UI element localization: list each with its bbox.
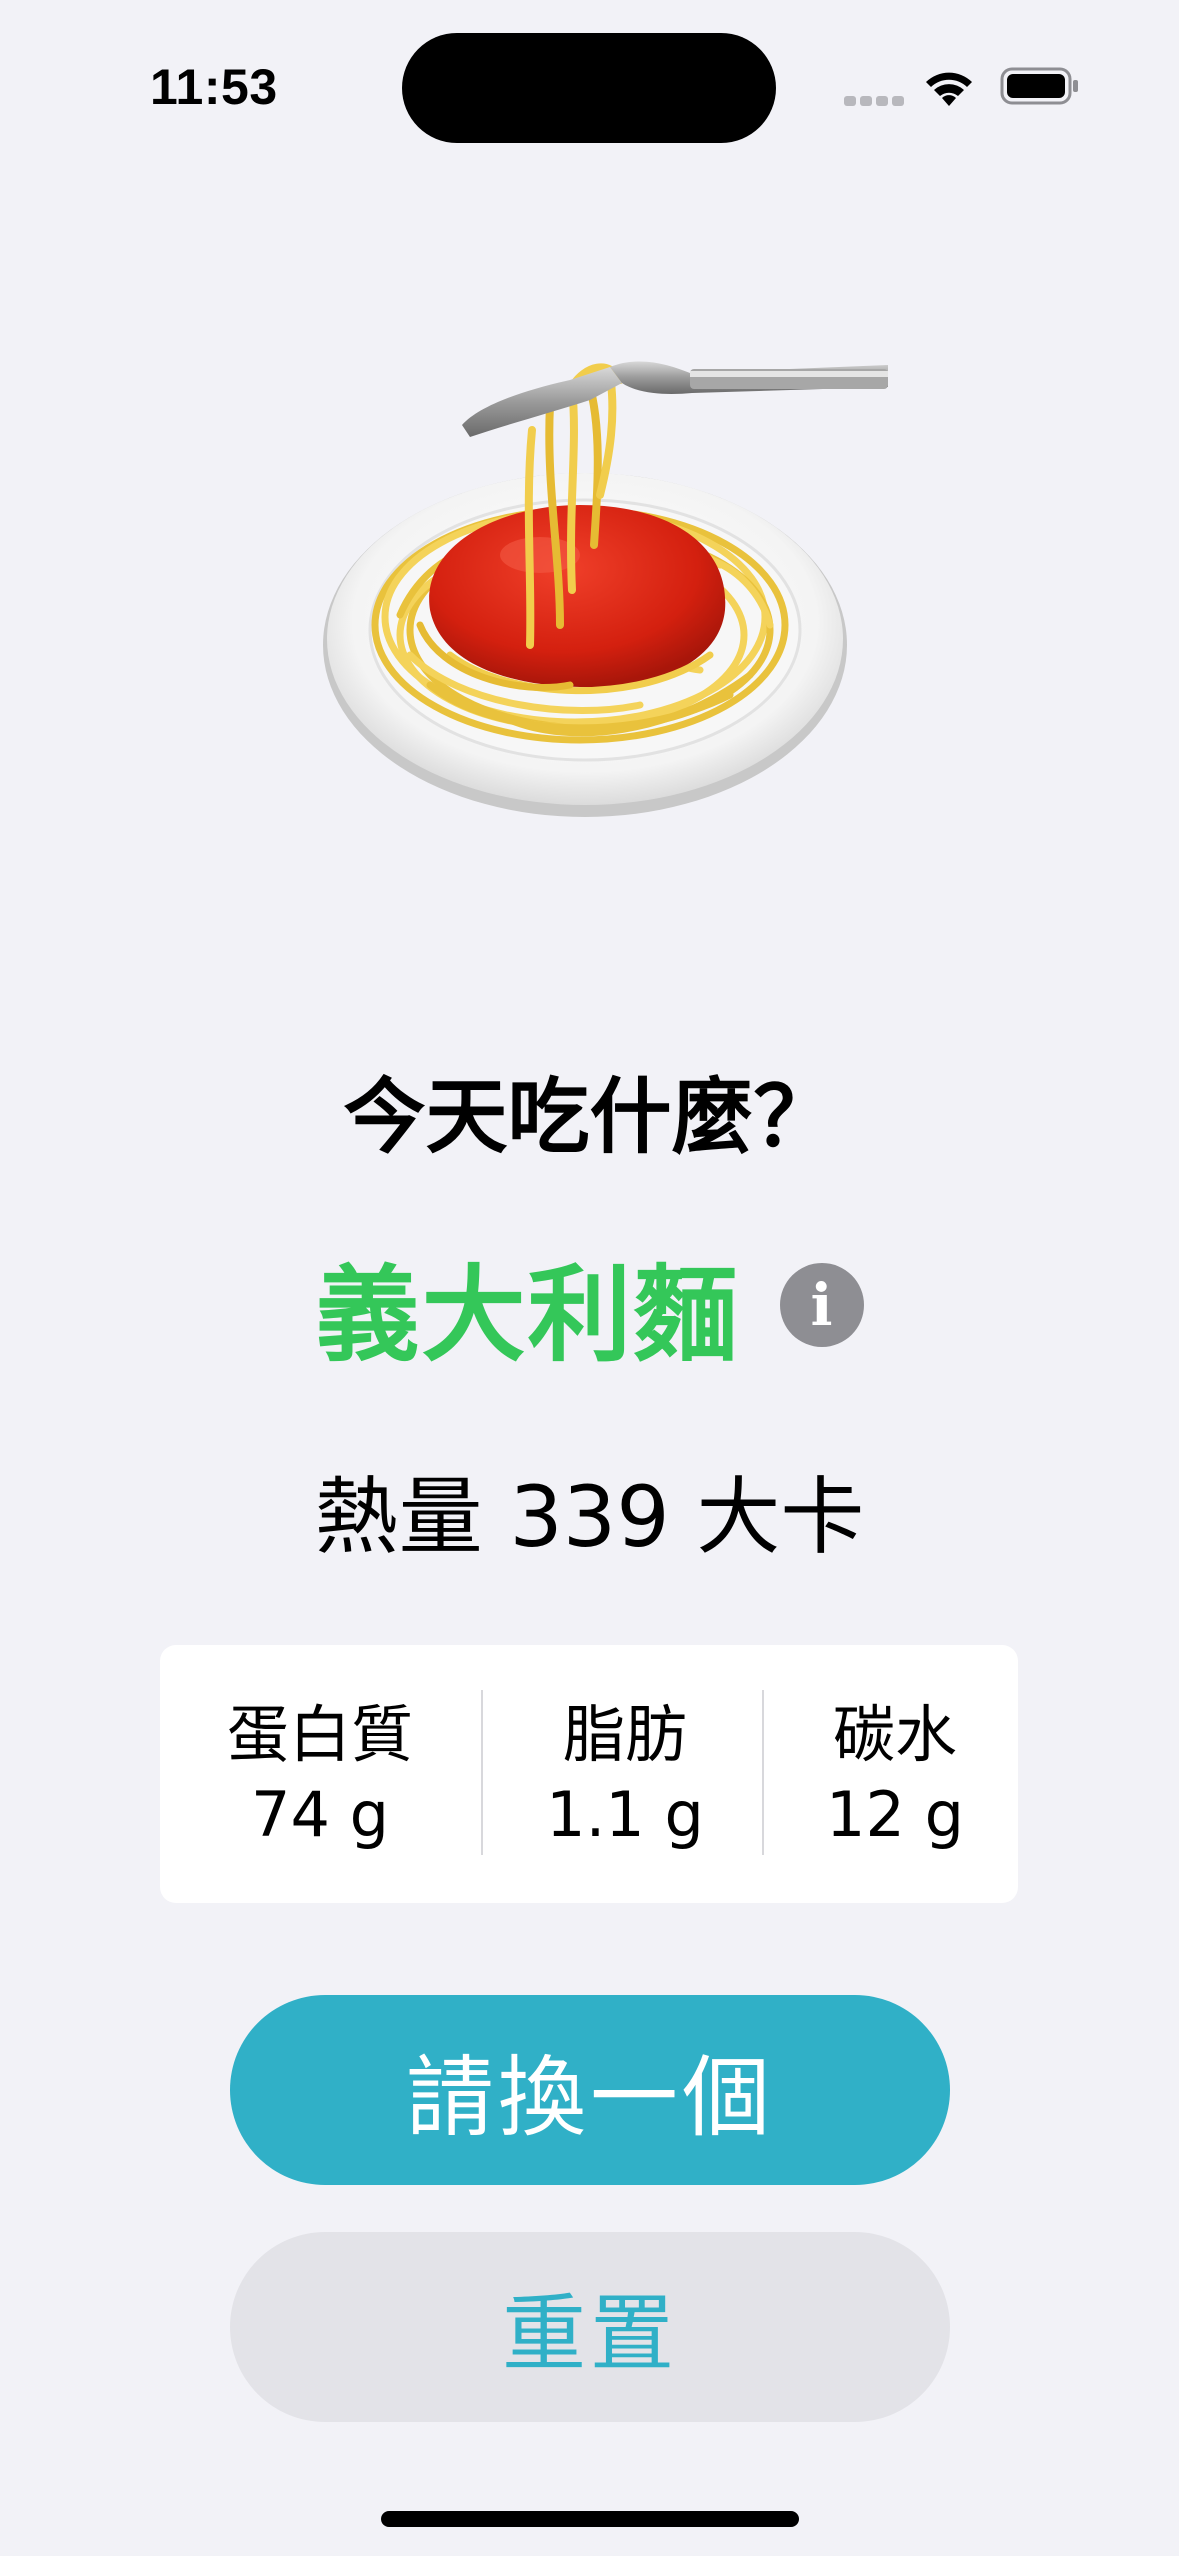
status-time: 11:53	[150, 59, 278, 115]
nutrient-fat: 脂肪 1.1 g	[505, 1695, 745, 1855]
app-screen: 11:53 今天吃什麼？ 義大利麵 i 熱量 339 大卡 蛋白質 74 g 脂…	[0, 0, 1179, 2556]
nutrient-value: 1.1 g	[546, 1778, 704, 1851]
battery-icon	[1000, 67, 1078, 105]
divider	[762, 1690, 764, 1855]
nutrient-label: 蛋白質	[226, 1698, 413, 1771]
nutrition-card: 蛋白質 74 g 脂肪 1.1 g 碳水 12 g	[160, 1645, 1018, 1903]
nutrient-value: 74 g	[251, 1778, 389, 1851]
dynamic-island	[402, 33, 776, 143]
nutrient-protein: 蛋白質 74 g	[205, 1695, 435, 1855]
page-question: 今天吃什麼？	[343, 1070, 836, 1165]
reset-button[interactable]: 重置	[230, 2232, 950, 2422]
nutrient-carbs: 碳水 12 g	[800, 1695, 990, 1855]
food-name-row: 義大利麵 i	[0, 1245, 1179, 1376]
home-indicator[interactable]	[381, 2511, 799, 2527]
change-food-button[interactable]: 請換一個	[230, 1995, 950, 2185]
spaghetti-emoji	[323, 361, 888, 817]
calorie-text: 熱量 339 大卡	[314, 1468, 865, 1566]
info-glyph: i	[810, 1271, 833, 1339]
nutrient-value: 12 g	[826, 1778, 964, 1851]
wifi-icon	[926, 72, 972, 106]
info-icon[interactable]: i	[779, 1263, 864, 1347]
cellular-signal-icon	[844, 96, 904, 106]
nutrient-label: 碳水	[832, 1698, 957, 1771]
nutrient-label: 脂肪	[562, 1698, 687, 1771]
divider	[481, 1690, 483, 1855]
food-name: 義大利麵	[315, 1253, 740, 1376]
